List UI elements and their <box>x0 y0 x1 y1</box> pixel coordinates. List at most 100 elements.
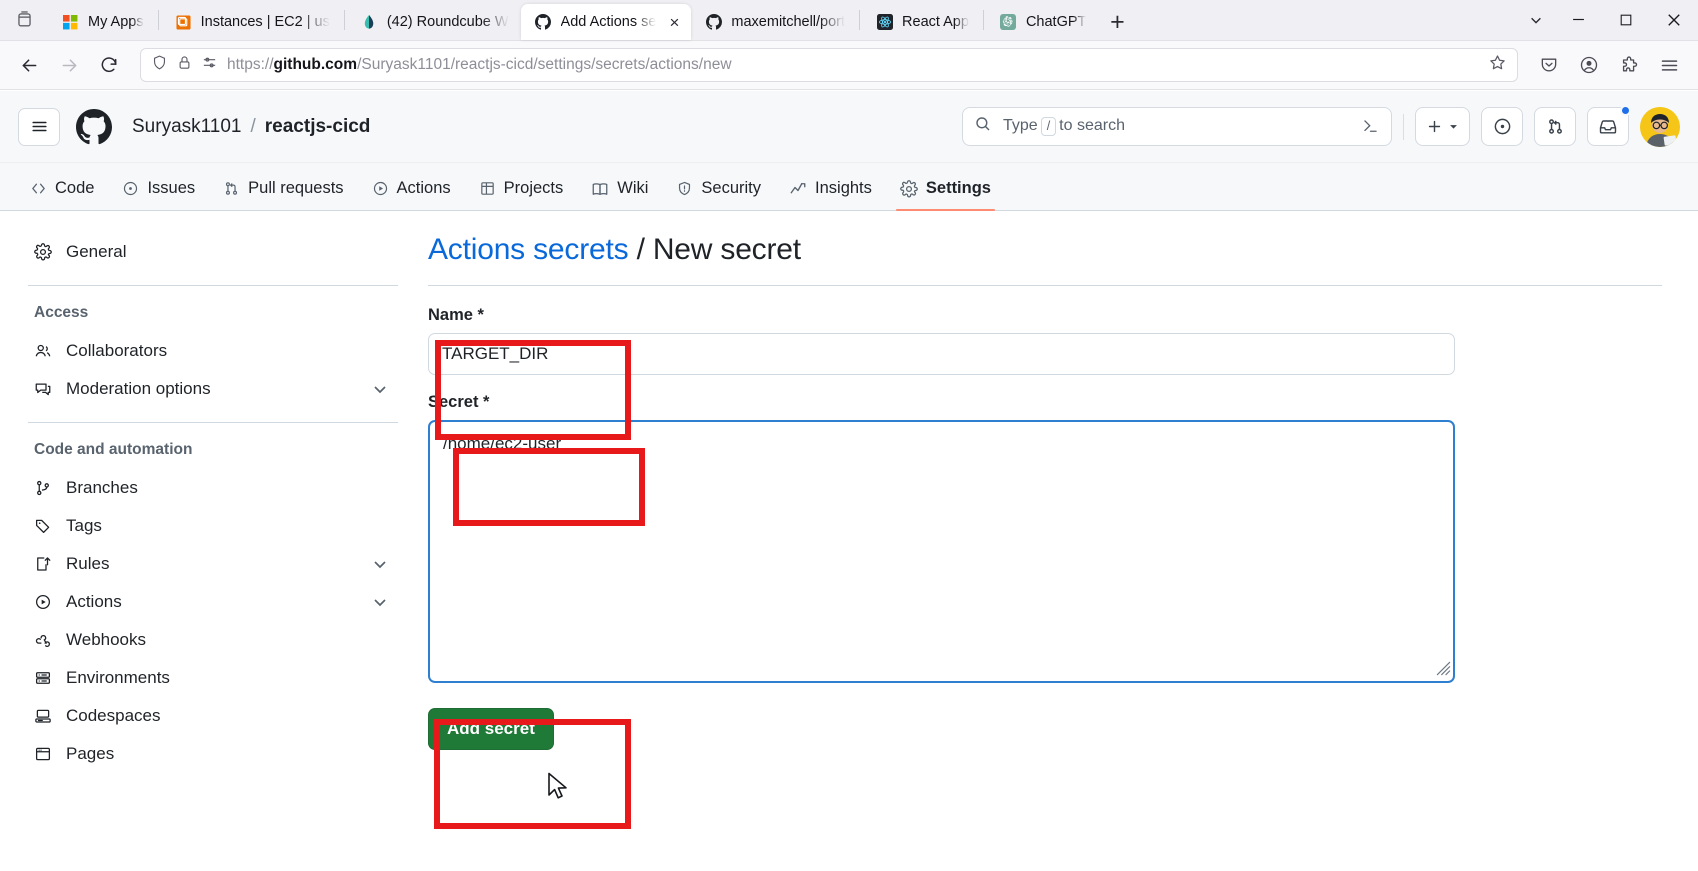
url-text: https://github.com/Suryask1101/reactjs-c… <box>227 56 1479 74</box>
roundcube-icon <box>361 14 378 31</box>
sidebar-item-label: Environments <box>66 668 170 687</box>
sidebar-item-collaborators[interactable]: Collaborators <box>24 332 398 370</box>
github-page: Suryask1101 / reactjs-cicd Type / to searc… <box>0 91 1698 871</box>
tab-label: Projects <box>503 179 564 197</box>
settings-body: General Access Collaborators Moderation … <box>0 211 1698 870</box>
sidebar-item-actions[interactable]: Actions <box>24 583 398 621</box>
breadcrumb: Suryask1101 / reactjs-cicd <box>132 116 370 138</box>
sidebar-item-environments[interactable]: Environments <box>24 659 398 697</box>
browser-tab-react-app[interactable]: React App <box>862 4 981 40</box>
terminal-prompt-icon[interactable] <box>1361 117 1380 136</box>
app-menu-icon[interactable] <box>1650 48 1688 82</box>
sidebar-item-codespaces[interactable]: Codespaces <box>24 697 398 735</box>
chevron-down-icon[interactable] <box>372 381 388 397</box>
sidebar-item-label: Rules <box>66 554 110 573</box>
tab-label: Issues <box>147 179 196 197</box>
chevron-down-icon <box>1450 125 1457 129</box>
browser-tab-my-apps[interactable]: My Apps <box>48 4 156 40</box>
tab-code[interactable]: Code <box>18 179 106 210</box>
extensions-puzzle-icon[interactable] <box>1610 48 1648 82</box>
url-address-bar[interactable]: https://github.com/Suryask1101/reactjs-c… <box>140 48 1518 82</box>
sidebar-item-moderation-options[interactable]: Moderation options <box>24 370 398 408</box>
chevron-down-icon[interactable] <box>372 594 388 610</box>
tab-actions[interactable]: Actions <box>360 179 463 210</box>
sidebar-item-general[interactable]: General <box>24 233 398 271</box>
tab-label: Pull requests <box>248 179 344 197</box>
window-maximize-button[interactable] <box>1602 0 1650 40</box>
issues-button[interactable] <box>1481 107 1523 146</box>
sidebar-item-label: Moderation options <box>66 379 211 398</box>
pull-requests-button[interactable] <box>1534 107 1576 146</box>
tab-projects[interactable]: Projects <box>467 179 576 210</box>
page-title-separator: / <box>636 233 645 266</box>
page-title-link[interactable]: Actions secrets <box>428 233 629 266</box>
url-path: /Suryask1101/reactjs-cicd/settings/secre… <box>357 56 732 73</box>
github-mark-icon[interactable] <box>74 107 114 147</box>
tab-security[interactable]: Security <box>664 179 773 210</box>
back-arrow-icon[interactable] <box>10 48 48 82</box>
browser-tab-chatgpt[interactable]: ChatGPT <box>986 4 1098 40</box>
sidebar-item-rules[interactable]: Rules <box>24 545 398 583</box>
browser-navigation-bar: https://github.com/Suryask1101/reactjs-c… <box>0 41 1698 90</box>
close-icon[interactable]: × <box>669 14 679 31</box>
sidebar-item-pages[interactable]: Pages <box>24 735 398 773</box>
browser-tab-instances-ec2[interactable]: Instances | EC2 | us <box>161 4 342 40</box>
tab-pull-requests[interactable]: Pull requests <box>211 179 355 210</box>
breadcrumb-repo[interactable]: reactjs-cicd <box>265 116 371 138</box>
sidebar-item-label: General <box>66 242 127 261</box>
tab-label: Settings <box>925 179 991 197</box>
sidebar-item-label: Collaborators <box>66 341 168 360</box>
hamburger-menu-icon[interactable] <box>18 107 60 146</box>
search-icon <box>974 115 992 138</box>
sidebar-group-title-access: Access <box>34 304 89 321</box>
breadcrumb-separator: / <box>250 115 256 137</box>
tab-issues[interactable]: Issues <box>110 179 207 210</box>
tab-settings[interactable]: Settings <box>888 179 1003 211</box>
microsoft-logo-icon <box>62 14 79 31</box>
permissions-icon[interactable] <box>201 54 218 76</box>
new-tab-button[interactable]: + <box>1098 4 1136 40</box>
create-new-menu-button[interactable] <box>1415 107 1470 146</box>
pocket-save-icon[interactable] <box>1530 48 1568 82</box>
chevron-down-icon[interactable] <box>372 556 388 572</box>
notifications-button[interactable] <box>1587 105 1631 146</box>
reload-icon[interactable] <box>90 48 128 82</box>
browser-tab-title: (42) Roundcube W <box>386 14 509 30</box>
bookmark-star-icon[interactable] <box>1488 53 1507 77</box>
sidebar-divider <box>28 285 398 286</box>
shield-icon[interactable] <box>151 54 168 76</box>
list-all-tabs-chevron-down-icon[interactable] <box>1518 2 1554 38</box>
browser-tab-title: React App <box>902 14 969 30</box>
github-icon <box>705 14 722 31</box>
sidebar-item-tags[interactable]: Tags <box>24 507 398 545</box>
openai-icon <box>1000 14 1017 31</box>
sidebar-item-label: Branches <box>66 478 138 497</box>
tab-divider <box>343 9 345 30</box>
browser-tab-maxemitchell-portfolio[interactable]: maxemitchell/port <box>691 4 857 40</box>
secret-name-input[interactable] <box>428 333 1455 375</box>
secret-field-label: Secret * <box>428 393 490 411</box>
window-close-button[interactable] <box>1650 0 1698 40</box>
avatar[interactable] <box>1640 106 1680 147</box>
forward-arrow-icon[interactable] <box>50 48 88 82</box>
breadcrumb-owner[interactable]: Suryask1101 <box>132 116 242 138</box>
account-icon[interactable] <box>1570 48 1608 82</box>
tab-wiki[interactable]: Wiki <box>579 179 660 210</box>
sidebar-item-webhooks[interactable]: Webhooks <box>24 621 398 659</box>
browser-tab-title: My Apps <box>88 14 144 30</box>
settings-sidebar: General Access Collaborators Moderation … <box>0 211 420 870</box>
add-secret-button[interactable]: Add secret <box>428 708 554 750</box>
firefox-sidebar-icon[interactable] <box>0 0 48 40</box>
tab-insights[interactable]: Insights <box>777 179 884 210</box>
url-scheme: https:// <box>227 56 274 73</box>
page-title-current: New secret <box>652 233 801 266</box>
sidebar-item-branches[interactable]: Branches <box>24 469 398 507</box>
secret-value-textarea[interactable] <box>428 420 1455 683</box>
window-minimize-button[interactable] <box>1554 0 1602 40</box>
lock-icon[interactable] <box>177 55 192 75</box>
browser-tab-add-actions-secret[interactable]: Add Actions se × <box>520 4 692 40</box>
tab-label: Security <box>701 179 762 197</box>
search-input[interactable]: Type / to search <box>962 107 1392 146</box>
browser-tabs: My Apps Instances | EC2 | us (42) Roundc… <box>48 0 1518 40</box>
browser-tab-roundcube[interactable]: (42) Roundcube W <box>347 4 521 40</box>
